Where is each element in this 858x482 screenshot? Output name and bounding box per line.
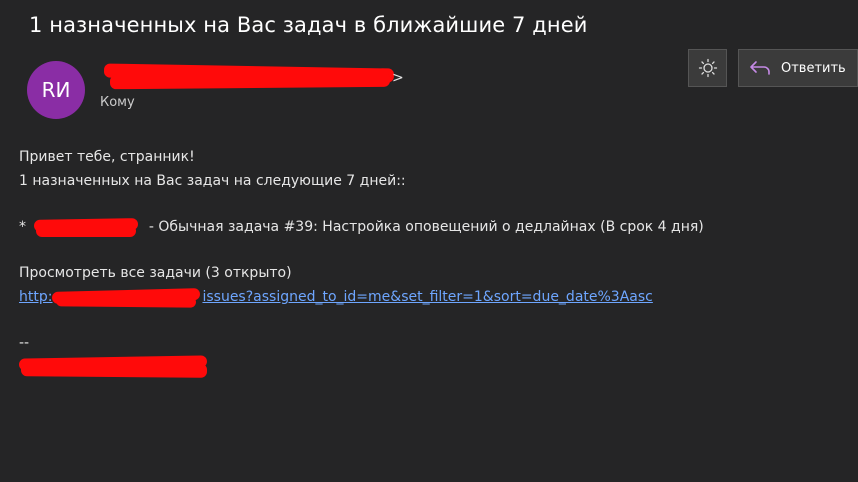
task-description: - Обычная задача #39: Настройка оповещен… <box>148 219 704 235</box>
reply-button[interactable]: Ответить <box>738 49 858 87</box>
task-project-redacted <box>34 217 140 237</box>
theme-toggle-button[interactable] <box>688 49 727 87</box>
sender-address-suffix: > <box>392 70 404 86</box>
task-line: * - Обычная задача #39: Настройка оповещ… <box>19 215 839 239</box>
sun-icon <box>698 58 718 78</box>
signature-separator: -- <box>19 335 30 351</box>
reply-arrow-icon <box>749 58 773 78</box>
sender-name-redacted[interactable] <box>100 63 410 92</box>
redaction-mark <box>109 72 391 90</box>
sender-avatar[interactable]: RИ <box>27 61 85 119</box>
reply-label: Ответить <box>781 60 846 76</box>
greeting-line: Привет тебе, странник! <box>19 149 195 165</box>
issues-link-prefix[interactable]: http: <box>19 289 52 305</box>
task-bullet: * <box>19 219 26 235</box>
link-host-redacted <box>52 287 202 308</box>
view-all-line: Просмотреть все задачи (3 открыто) <box>19 265 292 281</box>
email-body: Привет тебе, странник! 1 назначенных на … <box>18 145 839 379</box>
email-reading-pane: 1 назначенных на Вас задач в ближайшие 7… <box>0 0 858 482</box>
issues-link-line[interactable]: http: issues?assigned_to_id=me&set_filte… <box>19 285 839 309</box>
signature-redacted <box>18 355 839 379</box>
issues-link-path[interactable]: issues?assigned_to_id=me&set_filter=1&so… <box>202 289 652 305</box>
sender-initials: RИ <box>41 78 71 102</box>
summary-line: 1 назначенных на Вас задач на следующие … <box>19 173 406 189</box>
to-label[interactable]: Кому <box>100 95 135 110</box>
email-subject: 1 назначенных на Вас задач в ближайшие 7… <box>29 13 588 37</box>
